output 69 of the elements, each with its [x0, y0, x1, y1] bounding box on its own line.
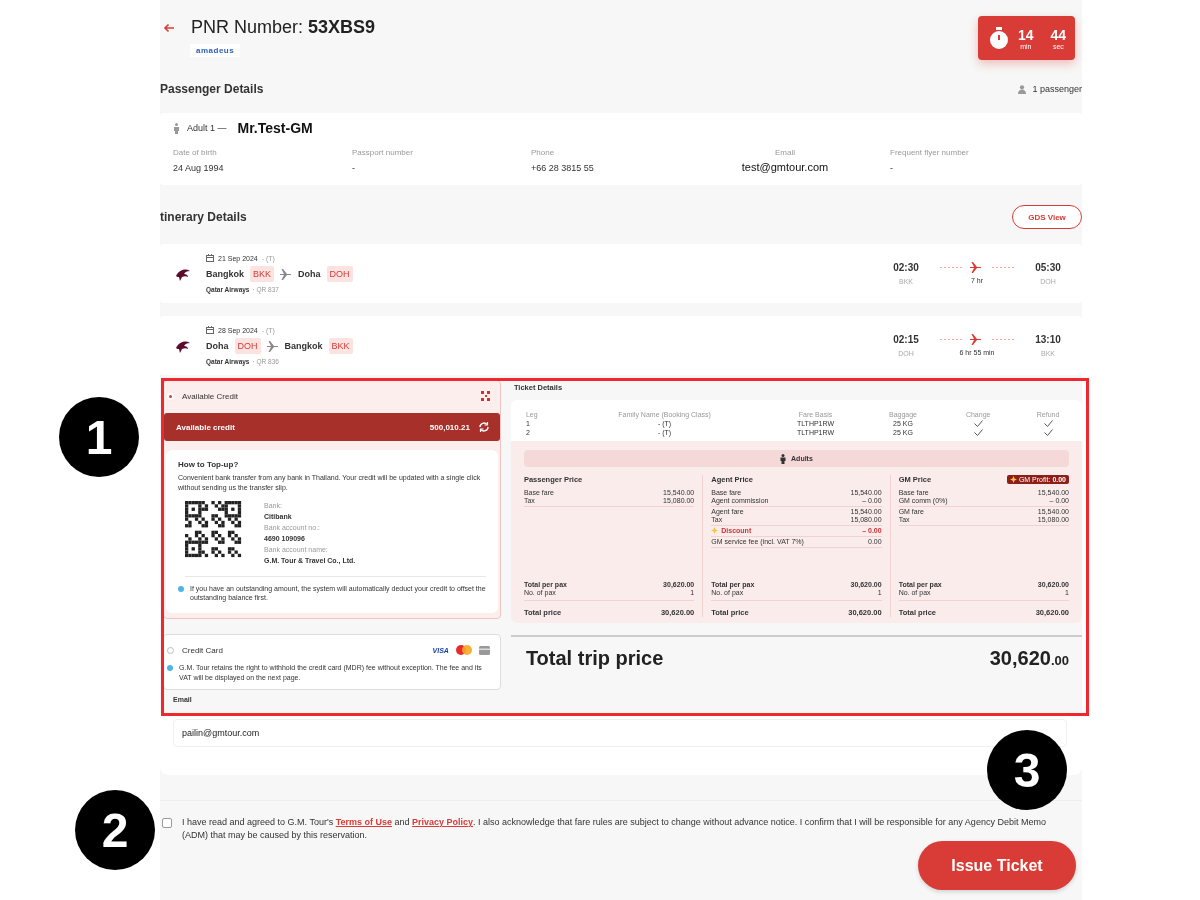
total-trip-amount: 30,620.00 — [989, 647, 1069, 670]
policy-link[interactable]: Terms of Use — [335, 817, 392, 827]
city-name: Bangkok — [284, 341, 323, 351]
departure-time: 02:30 — [892, 262, 920, 273]
calendar-icon — [206, 326, 214, 334]
sparkle-icon — [1009, 476, 1017, 483]
gds-view-button[interactable]: GDS View — [1012, 205, 1082, 229]
qr-scan-icon — [480, 391, 490, 401]
issue-ticket-button[interactable]: Issue Ticket — [918, 841, 1076, 891]
step-marker: 1 — [59, 397, 139, 477]
refresh-icon — [477, 421, 490, 433]
flight-path-icon — [940, 334, 1014, 345]
pnr-number: 53XBS9 — [308, 17, 376, 38]
plane-icon — [280, 268, 293, 280]
field-value: - — [352, 163, 356, 173]
person-icon — [780, 453, 787, 464]
timer-value: 14 — [1018, 26, 1034, 43]
passenger-name: Mr.Test-GM — [237, 120, 313, 136]
back-arrow-icon — [163, 22, 175, 33]
timer-value: 44 — [1050, 26, 1067, 43]
calendar-icon — [206, 254, 214, 262]
card-icon — [478, 645, 490, 655]
qr-code — [185, 500, 242, 558]
topup-title: How to Top-up? — [178, 460, 240, 469]
section-title: Passenger Details — [160, 82, 264, 96]
radio-button[interactable] — [167, 646, 174, 654]
option-label: Credit Card — [182, 645, 224, 655]
agreement-checkbox[interactable] — [162, 818, 172, 828]
field-label: Frequent flyer number — [890, 148, 970, 157]
field-label: Email — [774, 148, 796, 157]
field-value: 24 Aug 1994 — [173, 163, 225, 173]
field-value: - — [890, 163, 894, 173]
field-label: Passport number — [352, 148, 414, 157]
city-name: Doha — [206, 341, 229, 351]
departure-time: 02:15 — [892, 334, 920, 345]
section-title: tinerary Details — [160, 210, 247, 224]
step-marker: 2 — [75, 790, 155, 870]
mastercard-icon — [455, 645, 472, 656]
airport-code: BKK — [250, 266, 275, 282]
field-label: Date of birth — [173, 148, 218, 157]
stopwatch-icon — [988, 26, 1010, 50]
person-icon — [1018, 84, 1027, 94]
agreement-text: I have read and agreed to G.M. Tour's Terms of Use and Privacy Policy. I also acknowledge that fare rules are subject to change without advance notice. I confirm that I will be responsible for any Agency Debit Memo (ADM) that may be caused by this reservation. — [182, 816, 1047, 842]
sparkle-icon — [711, 527, 719, 534]
info-icon — [178, 585, 184, 592]
passenger-type: Adult 1 — — [187, 123, 227, 133]
city-name: Bangkok — [206, 269, 244, 279]
flight-path-icon — [940, 262, 1014, 273]
field-label: Phone — [531, 148, 556, 157]
plane-icon — [266, 340, 279, 352]
airport-code: BKK — [328, 338, 353, 354]
option-label: Available Credit — [182, 391, 239, 401]
balance-amount: 500,010.21 — [429, 422, 470, 432]
payment-option[interactable] — [163, 380, 501, 620]
balance-label: Available credit — [176, 422, 236, 432]
amadeus-logo: amadeus — [190, 44, 241, 57]
info-icon — [167, 665, 173, 672]
airport-code: DOH — [326, 266, 353, 282]
arrival-time: 13:10 — [1034, 334, 1062, 345]
person-icon — [173, 122, 180, 134]
arrival-time: 05:30 — [1034, 262, 1062, 273]
field-value: test@gmtour.com — [740, 161, 830, 173]
airport-code: DOH — [234, 338, 261, 354]
pnr-label: PNR Number: — [191, 17, 304, 38]
city-name: Doha — [298, 269, 321, 279]
field-value: +66 28 3815 55 — [531, 163, 595, 173]
passenger-count: 1 passenger — [1032, 84, 1082, 94]
total-trip-label: Total trip price — [525, 647, 664, 670]
email-field[interactable]: pailin@gmtour.com — [173, 719, 1067, 747]
